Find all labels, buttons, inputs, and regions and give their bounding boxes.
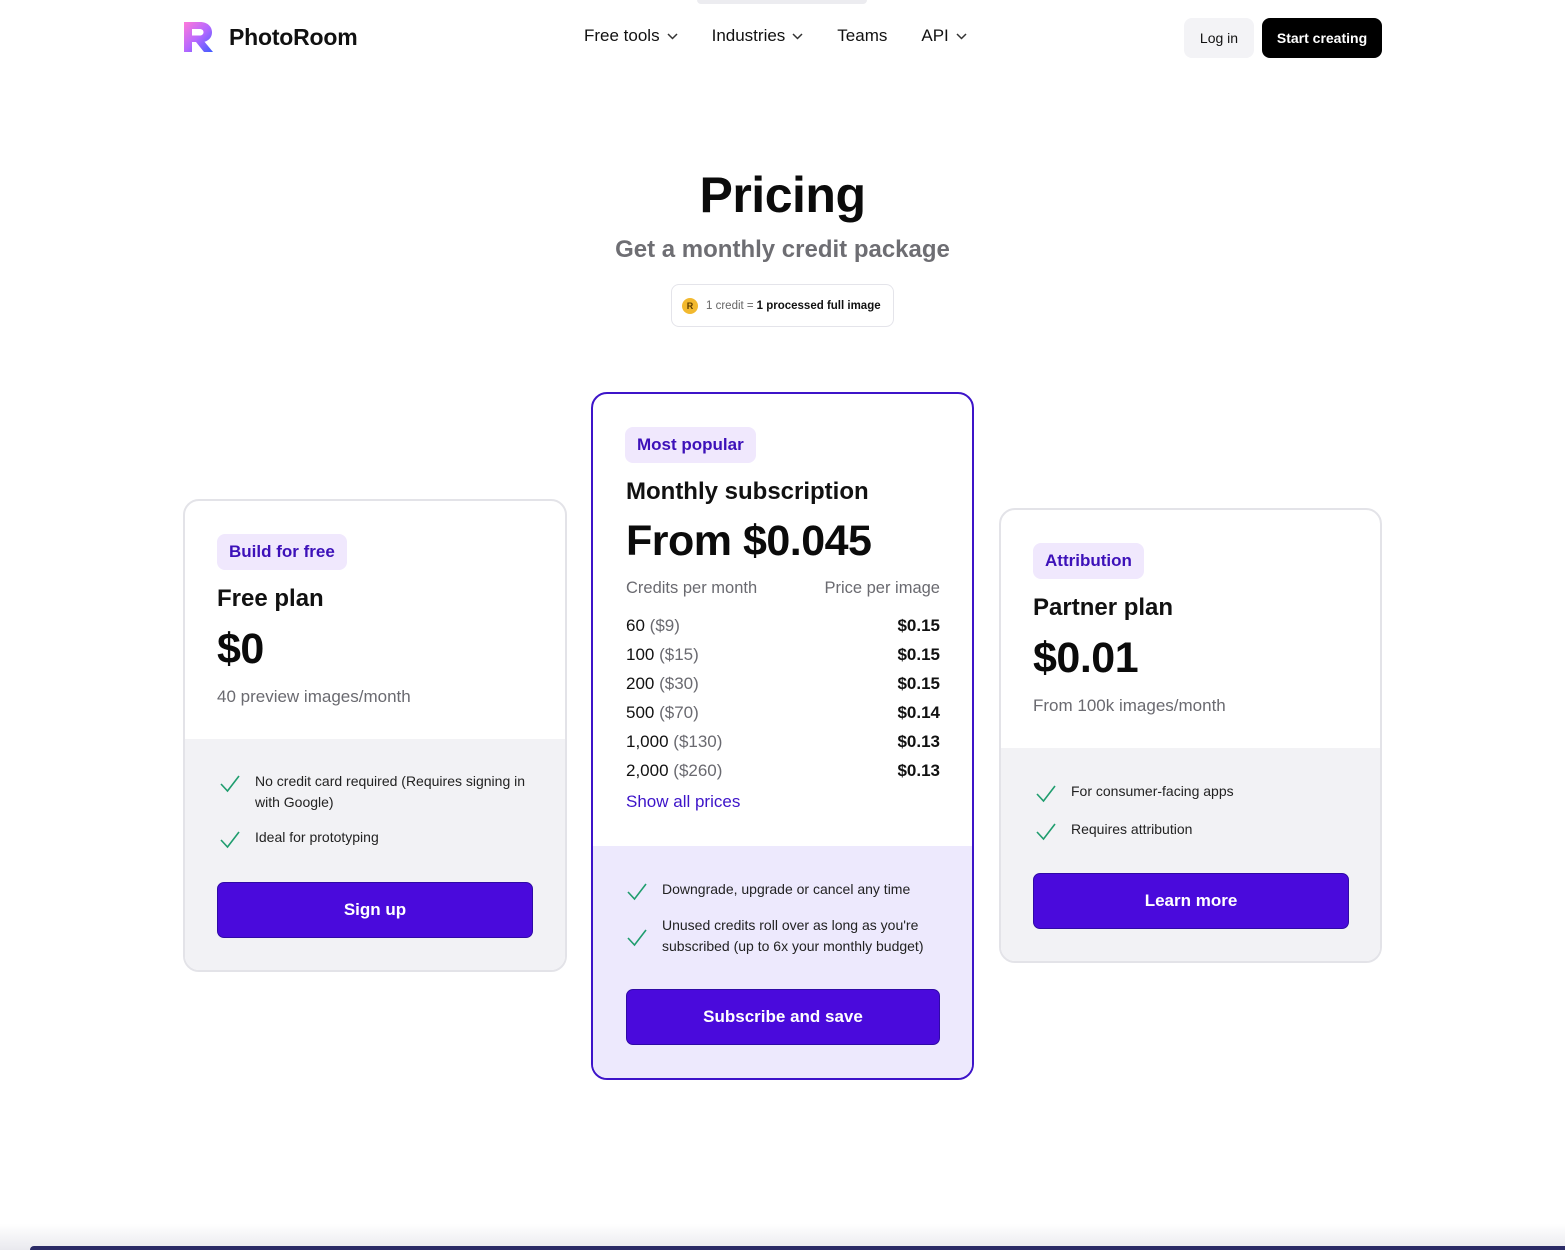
feature-text: No credit card required (Requires signin…	[255, 773, 526, 810]
plan-badge: Attribution	[1033, 543, 1144, 579]
nav-free-tools[interactable]: Free tools	[584, 26, 678, 46]
table-row: 100 ($15) $0.15	[626, 640, 940, 669]
page-bottom-edge	[0, 1224, 1565, 1250]
price-per-image: $0.13	[897, 731, 940, 751]
free-plan-card: Build for free Free plan $0 40 preview i…	[183, 499, 567, 972]
chevron-down-icon	[956, 32, 967, 40]
feature-item: Downgrade, upgrade or cancel any time	[626, 879, 946, 903]
credits-cost: ($130)	[673, 731, 723, 751]
credits-value: 60	[626, 615, 645, 635]
photoroom-logo-icon	[184, 22, 213, 52]
plan-price: From $0.045	[626, 517, 872, 565]
plan-features-panel: For consumer-facing apps Requires attrib…	[1001, 748, 1380, 961]
bottom-bar	[30, 1246, 1565, 1250]
plan-price: $0	[217, 625, 264, 673]
check-icon	[1036, 785, 1056, 803]
page-subtitle: Get a monthly credit package	[615, 236, 950, 263]
credits-cost: ($30)	[659, 673, 699, 693]
credit-coin-icon: R	[682, 297, 698, 314]
nav-api[interactable]: API	[921, 26, 967, 46]
feature-item: No credit card required (Requires signin…	[219, 771, 539, 813]
credits-value: 200	[626, 673, 655, 693]
check-icon	[220, 831, 240, 849]
check-icon	[627, 883, 647, 901]
credits-cost: ($260)	[673, 760, 723, 780]
plan-features-panel: Downgrade, upgrade or cancel any time Un…	[593, 846, 972, 1078]
check-icon	[220, 775, 240, 793]
credits-cost: ($9)	[649, 615, 680, 635]
show-all-prices-link[interactable]: Show all prices	[626, 792, 740, 812]
feature-item: For consumer-facing apps	[1035, 781, 1355, 805]
table-row: 200 ($30) $0.15	[626, 669, 940, 698]
monthly-plan-card: Most popular Monthly subscription From $…	[591, 392, 974, 1080]
table-row: 500 ($70) $0.14	[626, 698, 940, 727]
page-title: Pricing	[699, 167, 866, 223]
table-row: 2,000 ($260) $0.13	[626, 756, 940, 785]
plan-name: Monthly subscription	[626, 478, 869, 505]
price-per-image: $0.14	[897, 702, 940, 722]
feature-item: Requires attribution	[1035, 819, 1355, 843]
col-credits-label: Credits per month	[626, 579, 758, 597]
price-per-image: $0.15	[897, 673, 940, 693]
partner-plan-card: Attribution Partner plan $0.01 From 100k…	[999, 508, 1382, 963]
credit-info-pill: R 1 credit = 1 processed full image	[671, 284, 894, 327]
start-creating-button[interactable]: Start creating	[1262, 18, 1382, 58]
credits-cost: ($70)	[659, 702, 699, 722]
plan-badge: Most popular	[625, 427, 756, 463]
plan-note: From 100k images/month	[1033, 696, 1226, 715]
plan-name: Free plan	[217, 585, 324, 612]
nav-label: Teams	[837, 26, 888, 45]
plan-price: $0.01	[1033, 634, 1139, 682]
plan-features-panel: No credit card required (Requires signin…	[185, 739, 565, 970]
feature-text: Unused credits roll over as long as you'…	[662, 917, 924, 954]
feature-item: Ideal for prototyping	[219, 827, 539, 851]
credits-value: 2,000	[626, 760, 669, 780]
credit-value: 1 processed full image	[756, 299, 881, 312]
check-icon	[627, 929, 647, 947]
plan-note: 40 preview images/month	[217, 687, 411, 706]
plan-name: Partner plan	[1033, 594, 1174, 621]
price-per-image: $0.13	[897, 760, 940, 780]
price-table-header: Credits per month Price per image	[626, 579, 940, 598]
site-header: PhotoRoom Free tools Industries Teams AP…	[0, 0, 1565, 76]
subscribe-button[interactable]: Subscribe and save	[626, 989, 940, 1045]
feature-text: Ideal for prototyping	[255, 829, 379, 845]
feature-text: Requires attribution	[1071, 821, 1193, 837]
table-row: 60 ($9) $0.15	[626, 611, 940, 640]
credits-cost: ($15)	[659, 644, 699, 664]
table-row: 1,000 ($130) $0.13	[626, 727, 940, 756]
check-icon	[1036, 823, 1056, 841]
brand-name: PhotoRoom	[229, 23, 358, 50]
sign-up-button[interactable]: Sign up	[217, 882, 533, 938]
nav-industries[interactable]: Industries	[712, 26, 804, 46]
price-per-image: $0.15	[897, 644, 940, 664]
nav-label: Free tools	[584, 26, 660, 45]
credits-value: 500	[626, 702, 655, 722]
chevron-down-icon	[667, 32, 678, 40]
plan-badge: Build for free	[217, 534, 347, 570]
credit-prefix: 1 credit =	[706, 299, 754, 312]
main-nav: Free tools Industries Teams API	[584, 26, 1001, 46]
feature-item: Unused credits roll over as long as you'…	[626, 915, 946, 957]
learn-more-button[interactable]: Learn more	[1033, 873, 1349, 929]
chevron-down-icon	[792, 32, 803, 40]
nav-label: Industries	[711, 26, 786, 45]
feature-text: For consumer-facing apps	[1071, 783, 1234, 799]
login-button[interactable]: Log in	[1184, 18, 1254, 58]
nav-teams[interactable]: Teams	[837, 26, 887, 46]
credits-value: 100	[626, 644, 655, 664]
col-price-label: Price per image	[824, 579, 940, 597]
nav-label: API	[921, 26, 949, 45]
credits-value: 1,000	[626, 731, 669, 751]
price-table: 60 ($9) $0.15 100 ($15) $0.15 200 ($30) …	[626, 611, 940, 785]
brand-logo[interactable]: PhotoRoom	[182, 20, 358, 54]
price-per-image: $0.15	[897, 615, 940, 635]
feature-text: Downgrade, upgrade or cancel any time	[662, 881, 911, 897]
